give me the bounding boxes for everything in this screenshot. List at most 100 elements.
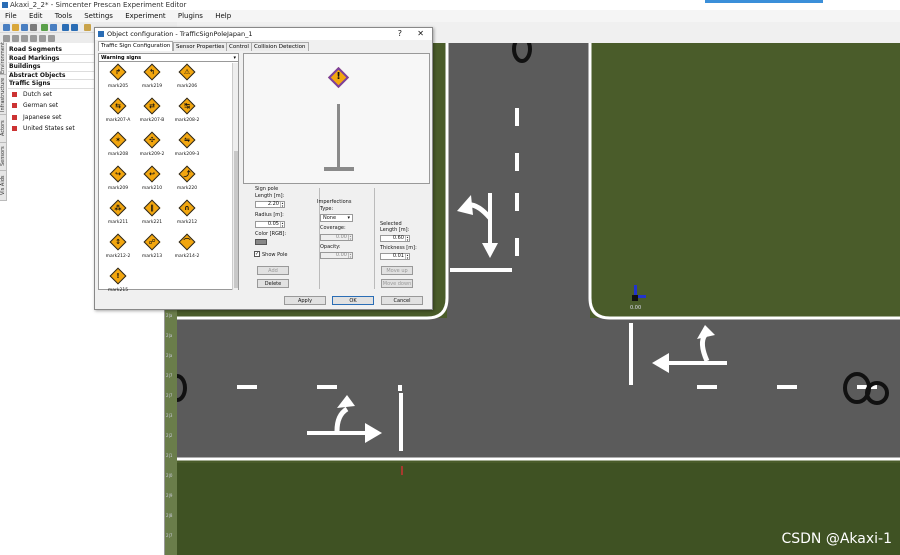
sign-item[interactable]: ∩ mark212 bbox=[172, 199, 202, 234]
sign-item[interactable]: ⇄ mark207-B bbox=[137, 97, 167, 132]
sign-set-label: United States set bbox=[23, 125, 75, 132]
stop-line bbox=[398, 385, 402, 391]
open-icon[interactable] bbox=[12, 24, 19, 31]
menu-help[interactable]: Help bbox=[210, 10, 236, 22]
pole-radius-label: Radius [m]: bbox=[255, 212, 284, 218]
build-icon[interactable] bbox=[41, 24, 48, 31]
undo-icon[interactable] bbox=[62, 24, 69, 31]
sign-item[interactable]: ↰ mark219 bbox=[137, 63, 167, 98]
scrollbar-thumb[interactable] bbox=[234, 151, 238, 288]
redo-icon[interactable] bbox=[71, 24, 78, 31]
spinner-icon[interactable]: ▴ ▾ bbox=[405, 254, 409, 259]
selected-length-input[interactable]: 0.60 ▴ ▾ bbox=[380, 235, 410, 242]
tab-sensors[interactable]: Sensors bbox=[0, 143, 7, 171]
tab-sensor-properties[interactable]: Sensor Properties bbox=[173, 42, 228, 51]
menu-file[interactable]: File bbox=[0, 10, 22, 22]
menu-plugins[interactable]: Plugins bbox=[173, 10, 208, 22]
tab-traffic-sign-configuration[interactable]: Traffic Sign Configuration bbox=[98, 41, 174, 51]
stop-line bbox=[629, 323, 633, 385]
sign-item[interactable]: ⌒ mark214-2 bbox=[172, 233, 202, 268]
menu-edit[interactable]: Edit bbox=[24, 10, 48, 22]
tab-vis-aids[interactable]: Vis Aids bbox=[0, 171, 7, 201]
add-button[interactable]: Add bbox=[257, 266, 289, 275]
pole-length-input[interactable]: 2.20 ▴ ▾ bbox=[255, 201, 285, 208]
help-button[interactable]: ? bbox=[398, 28, 402, 40]
rewind-icon[interactable] bbox=[3, 35, 10, 42]
spinner-icon[interactable]: ▴ ▾ bbox=[405, 236, 409, 241]
save-icon[interactable] bbox=[21, 24, 28, 31]
sign-item[interactable]: ↱ mark205 bbox=[103, 63, 133, 98]
coverage-input[interactable]: 0.00 ▴ ▾ bbox=[320, 234, 353, 241]
sign-item[interactable]: ↹ mark208-2 bbox=[172, 97, 202, 132]
selected-length-value: 0.60 bbox=[392, 235, 404, 241]
spinner-icon[interactable]: ▴ ▾ bbox=[280, 222, 284, 227]
ruler-label: 2|2 bbox=[166, 433, 173, 438]
sign-name: mark208 bbox=[107, 152, 129, 157]
sign-item[interactable]: ! mark215 bbox=[103, 267, 133, 302]
sign-list-scrollbar[interactable] bbox=[232, 63, 238, 290]
tool-icon[interactable] bbox=[84, 24, 91, 31]
step-forward-icon[interactable] bbox=[39, 35, 46, 42]
sign-set-icon bbox=[12, 103, 17, 108]
spinner-icon[interactable]: ▴ ▾ bbox=[348, 235, 352, 240]
step-back-icon[interactable] bbox=[12, 35, 19, 42]
sign-item[interactable]: ✶ mark208 bbox=[103, 131, 133, 166]
sign-item[interactable]: ↕ mark212-2 bbox=[103, 233, 133, 268]
menu-experiment[interactable]: Experiment bbox=[120, 10, 170, 22]
sign-glyph: ∩ bbox=[184, 204, 190, 212]
sign-name: mark209-3 bbox=[174, 152, 200, 157]
opacity-value: 0.00 bbox=[335, 252, 347, 258]
help-icon[interactable] bbox=[50, 24, 57, 31]
sign-glyph: ↱ bbox=[115, 68, 121, 76]
tab-actors[interactable]: Actors bbox=[0, 115, 7, 143]
imperfection-type-select[interactable]: None ▾ bbox=[320, 214, 353, 222]
window-title: Akaxi_2_2* - Simcenter Prescan Experimen… bbox=[10, 1, 187, 9]
sign-item[interactable]: ⇆ mark207-A bbox=[103, 97, 133, 132]
delete-button[interactable]: Delete bbox=[257, 279, 289, 288]
menu-tools[interactable]: Tools bbox=[50, 10, 77, 22]
ruler-label: 2|0 bbox=[166, 473, 173, 478]
fast-forward-icon[interactable] bbox=[48, 35, 55, 42]
sign-item[interactable]: ☍ mark213 bbox=[137, 233, 167, 268]
sign-glyph: ↹ bbox=[184, 102, 190, 110]
title-highlight bbox=[705, 0, 823, 3]
sign-item[interactable]: ⤴ mark220 bbox=[172, 165, 202, 200]
sign-glyph: ↕ bbox=[115, 238, 121, 246]
sign-name: mark209 bbox=[107, 186, 129, 191]
spinner-icon[interactable]: ▴ ▾ bbox=[348, 253, 352, 258]
sign-item[interactable]: ⇋ mark209-3 bbox=[172, 131, 202, 166]
sign-item[interactable]: ∥ mark221 bbox=[137, 199, 167, 234]
sign-item[interactable]: ↪ mark209 bbox=[103, 165, 133, 200]
tab-infrastructure[interactable]: Infrastructure bbox=[0, 75, 7, 115]
dialog-tabs: Traffic Sign Configuration Sensor Proper… bbox=[95, 40, 432, 51]
sign-name: mark221 bbox=[141, 220, 163, 225]
new-icon[interactable] bbox=[3, 24, 10, 31]
menu-settings[interactable]: Settings bbox=[79, 10, 118, 22]
tab-control[interactable]: Control bbox=[226, 42, 252, 51]
tab-collision-detection[interactable]: Collision Detection bbox=[251, 42, 309, 51]
stop-icon[interactable] bbox=[21, 35, 28, 42]
move-down-button[interactable]: Move down bbox=[381, 279, 413, 288]
pole-color-swatch[interactable] bbox=[255, 239, 267, 245]
sign-item[interactable]: ✣ mark209-2 bbox=[137, 131, 167, 166]
pole-radius-input[interactable]: 0.05 ▴ ▾ bbox=[255, 221, 285, 228]
close-button[interactable]: ✕ bbox=[417, 28, 424, 40]
cancel-button[interactable]: Cancel bbox=[381, 296, 423, 305]
sign-category-select[interactable]: Warning signs ▾ bbox=[99, 54, 238, 62]
imperfections-header: Imperfections bbox=[317, 199, 352, 205]
spinner-icon[interactable]: ▴ ▾ bbox=[280, 202, 284, 207]
sign-item[interactable]: ↩ mark210 bbox=[137, 165, 167, 200]
opacity-input[interactable]: 0.00 ▴ ▾ bbox=[320, 252, 353, 259]
sign-list: Warning signs ▾ ↱ mark205 ↰ mark219 ⚠ mark206… bbox=[98, 53, 239, 293]
tab-environment[interactable]: Environment bbox=[0, 42, 7, 75]
apply-button[interactable]: Apply bbox=[284, 296, 326, 305]
move-up-button[interactable]: Move up bbox=[381, 266, 413, 275]
play-icon[interactable] bbox=[30, 35, 37, 42]
ruler-label: 2|9 bbox=[166, 493, 173, 498]
print-icon[interactable] bbox=[30, 24, 37, 31]
selected-thickness-input[interactable]: 0.01 ▴ ▾ bbox=[380, 253, 410, 260]
show-pole-checkbox[interactable]: ✓ bbox=[254, 251, 260, 257]
sign-item[interactable]: ⁂ mark211 bbox=[103, 199, 133, 234]
ok-button[interactable]: OK bbox=[332, 296, 374, 305]
sign-item[interactable]: ⚠ mark206 bbox=[172, 63, 202, 98]
